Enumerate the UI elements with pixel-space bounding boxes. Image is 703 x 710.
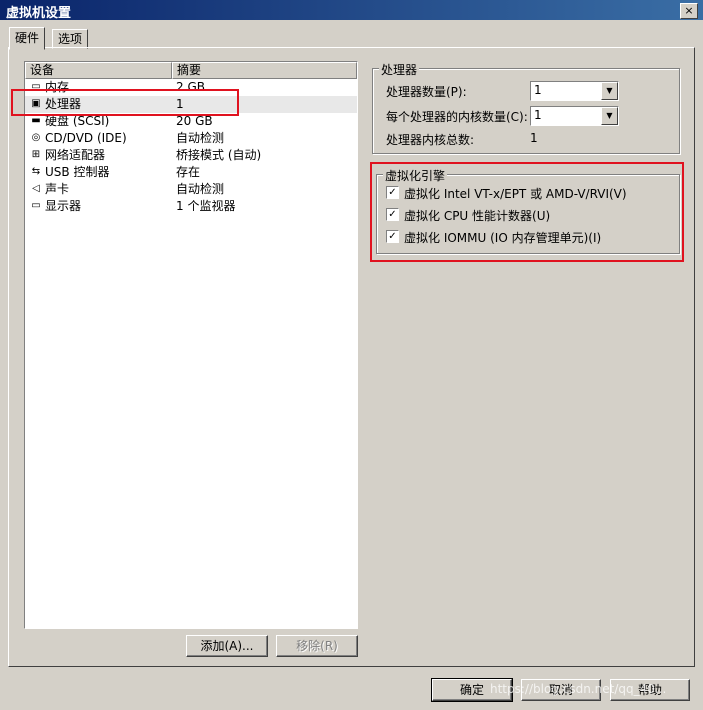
window-title: 虚拟机设置 [6,6,72,21]
memory-icon: ▭ [31,81,41,92]
device-summary: 存在 [176,165,201,179]
device-row-cd-dvd[interactable]: ◎ CD/DVD (IDE) 自动检测 [25,130,357,147]
chevron-down-icon[interactable]: ▼ [601,107,618,125]
cd-dvd-icon: ◎ [31,132,41,143]
chevron-down-icon[interactable]: ▼ [601,82,618,100]
checkbox-iommu[interactable]: ✓ [386,230,399,243]
device-summary: 自动检测 [176,182,225,196]
device-name: 网络适配器 [45,148,106,162]
option-iommu-label[interactable]: 虚拟化 IOMMU (IO 内存管理单元)(I) [404,229,601,246]
device-summary: 1 个监视器 [176,199,236,213]
checkbox-vt-x-ept[interactable]: ✓ [386,186,399,199]
device-row-memory[interactable]: ▭ 内存 2 GB [25,79,357,96]
device-row-sound-card[interactable]: ◁ 声卡 自动检测 [25,181,357,198]
num-processors-select[interactable]: 1 ▼ [530,81,619,101]
cores-per-processor-select[interactable]: 1 ▼ [530,106,619,126]
display-icon: ▭ [31,200,41,211]
device-list-header: 设备 摘要 [25,62,357,79]
option-vt-x-ept-label[interactable]: 虚拟化 Intel VT-x/EPT 或 AMD-V/RVI(V) [404,185,627,202]
num-processors-label: 处理器数量(P): [386,85,467,99]
total-cores-value: 1 [530,131,538,145]
close-button[interactable]: × [680,3,698,19]
device-list[interactable]: 设备 摘要 ▭ 内存 2 GB ▣ 处理器 1 ▬ 硬盘 (SCSI) 20 G… [24,61,358,629]
cores-per-processor-label: 每个处理器的内核数量(C): [386,110,528,124]
watermark-text: https://blog.csdn.net/qq_40... [490,682,667,696]
add-device-button[interactable]: 添加(A)... [186,635,268,657]
device-row-usb-controller[interactable]: ⇆ USB 控制器 存在 [25,164,357,181]
tab-options[interactable]: 选项 [52,29,89,49]
option-cpu-perf-counters-label[interactable]: 虚拟化 CPU 性能计数器(U) [404,207,550,224]
device-name: 声卡 [45,182,70,196]
device-summary: 1 [176,97,184,111]
device-summary: 桥接模式 (自动) [176,148,262,162]
device-name: 处理器 [45,97,82,111]
title-bar[interactable]: 虚拟机设置 × [0,0,703,21]
tab-hardware[interactable]: 硬件 [9,27,46,50]
num-processors-value: 1 [534,83,542,97]
device-summary: 2 GB [176,80,205,94]
total-cores-label: 处理器内核总数: [386,133,475,147]
device-name: 硬盘 (SCSI) [45,114,110,128]
remove-device-button[interactable]: 移除(R) [276,635,358,657]
checkbox-cpu-perf-counters[interactable]: ✓ [386,208,399,221]
hard-disk-icon: ▬ [31,115,41,126]
column-header-summary[interactable]: 摘要 [172,62,357,79]
device-name: CD/DVD (IDE) [45,131,127,145]
cores-per-processor-value: 1 [534,108,542,122]
network-adapter-icon: ⊞ [31,149,41,160]
processor-icon: ▣ [31,98,41,109]
device-row-hard-disk[interactable]: ▬ 硬盘 (SCSI) 20 GB [25,113,357,130]
vm-settings-window: 虚拟机设置 × 硬件 选项 设备 摘要 ▭ 内存 2 GB ▣ 处理器 1 ▬ … [0,0,703,710]
virtualization-group-title: 虚拟化引擎 [383,167,448,184]
device-row-processor[interactable]: ▣ 处理器 1 [25,96,357,113]
device-name: 内存 [45,80,70,94]
device-summary: 20 GB [176,114,213,128]
device-row-display[interactable]: ▭ 显示器 1 个监视器 [25,198,357,215]
column-header-device[interactable]: 设备 [25,62,172,79]
processor-group-title: 处理器 [379,61,420,78]
sound-card-icon: ◁ [32,183,40,194]
device-row-network-adapter[interactable]: ⊞ 网络适配器 桥接模式 (自动) [25,147,357,164]
usb-controller-icon: ⇆ [31,166,41,177]
device-summary: 自动检测 [176,131,225,145]
device-name: 显示器 [45,199,82,213]
device-name: USB 控制器 [45,165,110,179]
